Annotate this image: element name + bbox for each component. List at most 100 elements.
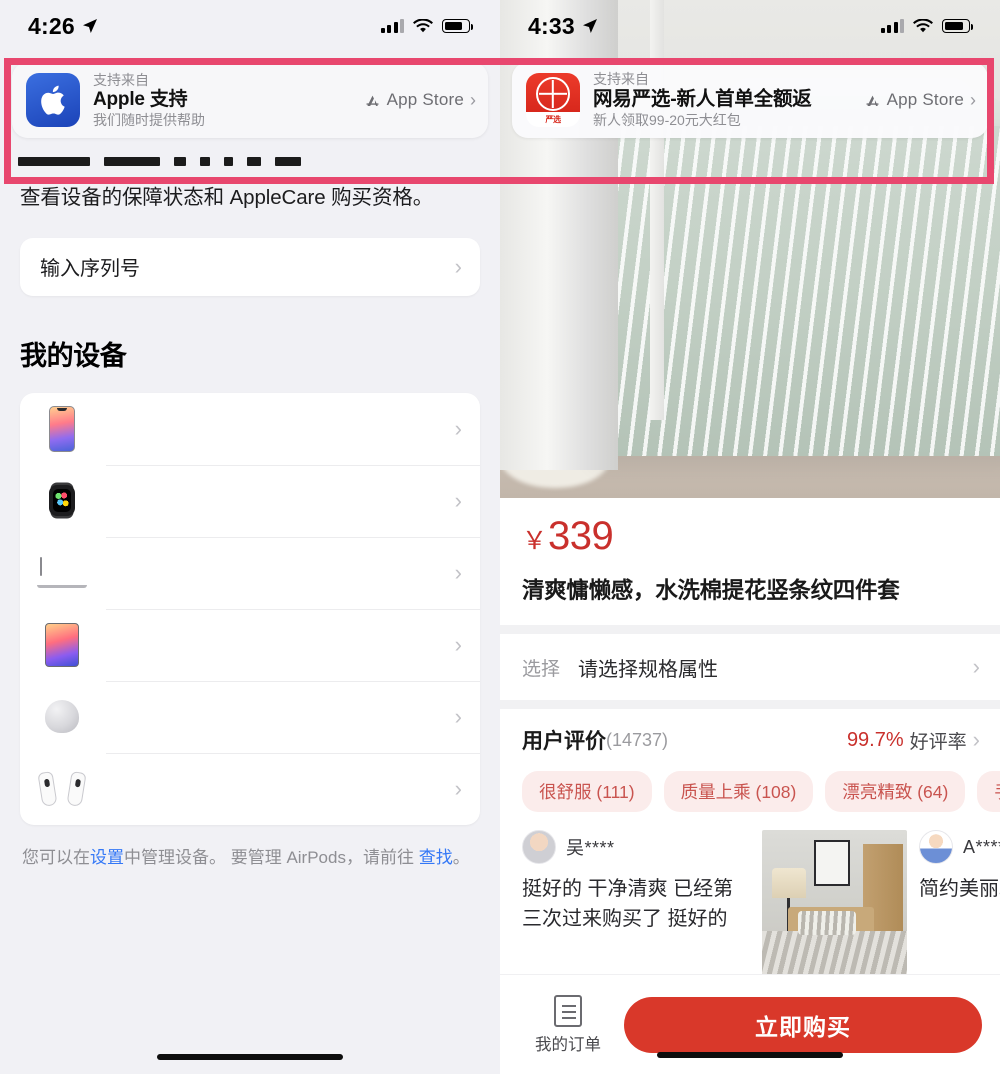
airpods-icon: [34, 770, 90, 807]
banner-app-store-label: App Store: [886, 90, 964, 109]
review-author: 吴****: [522, 830, 750, 864]
review-author-name: A****e: [963, 836, 1000, 857]
reviews-header[interactable]: 用户评价 (14737) 99.7% 好评率 ›: [500, 709, 1000, 771]
banner-app-store-cta[interactable]: App Store ›: [858, 90, 976, 110]
chevron-right-icon: ›: [972, 654, 980, 679]
right-phone-screen: 4:33 严选 支持来自 网易严选-新人首单全额返 新人领取99-20元大红包 …: [500, 0, 1000, 1074]
apple-watch-icon: [34, 485, 90, 517]
devices-footnote: 您可以在设置中管理设备。 要管理 AirPods，请前往 查找。: [0, 825, 500, 871]
right-smart-banner-wrap: 严选 支持来自 网易严选-新人首单全额返 新人领取99-20元大红包 App S…: [500, 52, 1000, 146]
device-row-iphone[interactable]: ›: [20, 393, 480, 465]
home-indicator[interactable]: [657, 1052, 843, 1058]
footnote-part2: 中管理设备。 要管理 AirPods，请前往: [124, 847, 414, 867]
chevron-right-icon: ›: [454, 775, 462, 801]
app-store-icon: [366, 95, 379, 106]
left-smart-banner-wrap: 支持来自 Apple 支持 我们随时提供帮助 App Store ›: [0, 52, 500, 146]
device-row-ipad[interactable]: ›: [20, 608, 480, 681]
avatar: [919, 830, 953, 864]
wifi-icon: [913, 18, 933, 32]
banner-app-name: Apple 支持: [93, 88, 188, 110]
battery-icon: [942, 19, 974, 33]
iphone-icon: [34, 405, 90, 452]
location-arrow-icon: [582, 19, 597, 33]
review-card-list: 吴**** 挺好的 干净清爽 已经第三次过来购买了 挺好的 A****e 简约美…: [500, 812, 1000, 975]
yanxuan-icon-label: 严选: [545, 114, 561, 124]
wifi-icon: [413, 18, 433, 32]
product-bottom-bar: 我的订单 立即购买: [500, 974, 1000, 1074]
spec-label: 选择: [522, 658, 561, 680]
banner-app-store-label: App Store: [386, 90, 464, 109]
banner-tagline: 新人领取99-20元大红包: [593, 111, 741, 128]
ipad-icon: [34, 622, 90, 667]
right-status-bar: 4:33: [500, 0, 1000, 52]
avatar: [522, 830, 556, 864]
smart-app-banner-apple[interactable]: 支持来自 Apple 支持 我们随时提供帮助 App Store ›: [12, 62, 488, 138]
reviews-count: (14737): [606, 729, 669, 750]
buy-now-button[interactable]: 立即购买: [624, 996, 982, 1053]
reviews-rate-group: 99.7% 好评率 ›: [847, 727, 980, 754]
smart-app-banner-yanxuan[interactable]: 严选 支持来自 网易严选-新人首单全额返 新人领取99-20元大红包 App S…: [512, 62, 988, 138]
screenshot-stage: 4:26 支持来自 Apple 支持 我们随时提供帮助 App Store › …: [0, 0, 1000, 1074]
banner-text-block: 支持来自 Apple 支持 我们随时提供帮助: [80, 72, 358, 129]
settings-link[interactable]: 设置: [90, 848, 124, 867]
my-devices-heading: 我的设备: [20, 340, 127, 371]
device-list: › › › › › ›: [20, 392, 480, 825]
cellular-bars-icon: [880, 19, 904, 33]
product-price: ￥ 339: [500, 498, 1000, 557]
review-author-name: 吴****: [566, 838, 615, 858]
app-store-icon: [866, 95, 879, 106]
chevron-right-icon: ›: [454, 703, 462, 729]
status-left-group: 4:33: [528, 13, 598, 40]
spec-value: 请选择规格属性: [578, 658, 719, 681]
product-title: 清爽慵懒感，水洗棉提花竖条纹四件套: [522, 578, 900, 603]
footnote-part1: 您可以在: [22, 847, 90, 867]
device-row-airpods[interactable]: ›: [20, 752, 480, 825]
serial-number-entry[interactable]: 输入序列号 ›: [20, 237, 480, 296]
chevron-right-icon: ›: [454, 631, 462, 657]
yanxuan-logo-mark: [536, 77, 570, 111]
my-orders-button[interactable]: 我的订单: [520, 994, 616, 1055]
apple-logo-icon: [41, 85, 65, 115]
reviews-positive-label: 好评率: [909, 731, 967, 753]
reviews-positive-pct: 99.7%: [846, 728, 904, 751]
device-row-watch[interactable]: ›: [20, 464, 480, 537]
cellular-bars-icon: [380, 19, 404, 33]
status-right-group: [380, 18, 474, 34]
status-time: 4:33: [528, 12, 575, 39]
chevron-right-icon: ›: [470, 90, 476, 110]
banner-tagline: 我们随时提供帮助: [93, 111, 205, 128]
review-tag[interactable]: 很舒服 (111): [522, 771, 652, 812]
review-tag[interactable]: 质量上乘 (108): [663, 771, 814, 812]
find-my-link[interactable]: 查找: [419, 848, 453, 867]
review-tag[interactable]: 手感好 (52): [977, 771, 1000, 812]
status-time: 4:26: [28, 12, 75, 39]
serial-number-label: 输入序列号: [40, 258, 140, 281]
chevron-right-icon: ›: [454, 487, 462, 513]
battery-icon: [442, 19, 474, 33]
my-orders-label: 我的订单: [535, 1035, 601, 1054]
review-card[interactable]: A****e 简约美丽。: [919, 830, 1000, 975]
review-author: A****e: [919, 830, 1000, 864]
left-status-bar: 4:26: [0, 0, 500, 52]
status-right-group: [880, 18, 974, 34]
chevron-right-icon: ›: [454, 415, 462, 441]
chevron-right-icon: ›: [454, 253, 462, 279]
reviews-title: 用户评价: [522, 730, 606, 753]
review-text: 简约美丽。: [919, 878, 1000, 900]
device-row-homepod[interactable]: ›: [20, 680, 480, 753]
review-card[interactable]: 吴**** 挺好的 干净清爽 已经第三次过来购买了 挺好的: [522, 830, 750, 975]
review-photo-bedroom[interactable]: [762, 830, 907, 975]
orders-document-icon: [554, 994, 582, 1027]
section-divider: [500, 625, 1000, 634]
review-tag[interactable]: 漂亮精致 (64): [825, 771, 966, 812]
review-tag-list: 很舒服 (111) 质量上乘 (108) 漂亮精致 (64) 手感好 (52): [500, 771, 1000, 812]
status-left-group: 4:26: [28, 13, 98, 40]
section-divider: [500, 700, 1000, 709]
price-amount: 339: [548, 514, 614, 558]
homepod-mini-icon: [34, 700, 90, 734]
spec-selector-row[interactable]: 选择 请选择规格属性 ›: [500, 634, 1000, 700]
banner-app-store-cta[interactable]: App Store ›: [358, 90, 476, 110]
banner-text-block: 支持来自 网易严选-新人首单全额返 新人领取99-20元大红包: [580, 71, 858, 128]
device-row-macbook[interactable]: ›: [20, 536, 480, 609]
home-indicator[interactable]: [157, 1054, 343, 1060]
